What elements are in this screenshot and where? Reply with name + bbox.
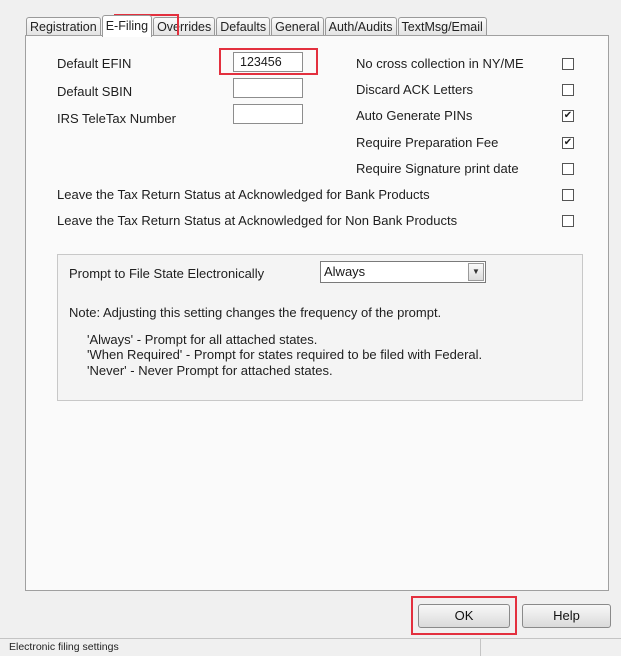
check-mark-icon: ✔ [563,137,573,148]
help-button[interactable]: Help [522,604,611,628]
option-label: Require Preparation Fee [356,135,499,150]
tab-defaults[interactable]: Defaults [216,17,271,36]
bank-products-checkbox[interactable] [562,189,574,201]
prompt-label: Prompt to File State Electronically [69,266,265,281]
default-sbin-label: Default SBIN [57,84,133,99]
option-label: No cross collection in NY/ME [356,56,524,71]
auto-generate-pins-checkbox[interactable]: ✔ [562,110,574,122]
chevron-down-icon[interactable]: ▼ [468,263,484,281]
discard-ack-letters-checkbox[interactable] [562,84,574,96]
option-label: Auto Generate PINs [356,108,473,123]
require-signature-print-date-checkbox[interactable] [562,163,574,175]
no-cross-collection-checkbox[interactable] [562,58,574,70]
prompt-line-when-required: 'When Required' - Prompt for states requ… [87,347,483,362]
option-label: Require Signature print date [356,161,519,176]
tab-strip: Registration E-Filing Overrides Defaults… [26,14,488,37]
irs-teletax-label: IRS TeleTax Number [57,111,176,126]
wide-option-label: Leave the Tax Return Status at Acknowled… [57,213,458,228]
prompt-note: Note: Adjusting this setting changes the… [69,305,442,320]
ok-button-highlight [411,596,517,635]
status-text: Electronic filing settings [9,641,119,653]
irs-teletax-input[interactable] [233,104,303,124]
tab-e-filing[interactable]: E-Filing [101,15,153,37]
status-bar: Electronic filing settings [0,638,621,656]
check-mark-icon: ✔ [563,110,573,121]
tab-auth-audits[interactable]: Auth/Audits [324,17,397,36]
efin-highlight [219,48,318,75]
require-preparation-fee-checkbox[interactable]: ✔ [562,137,574,149]
prompt-frequency-value: Always [324,264,366,279]
prompt-frequency-select[interactable]: Always ▼ [320,261,486,283]
prompt-line-always: 'Always' - Prompt for all attached state… [87,332,318,347]
tab-general[interactable]: General [271,17,324,36]
default-sbin-input[interactable] [233,78,303,98]
prompt-line-never: 'Never' - Never Prompt for attached stat… [87,363,333,378]
tab-textmsg-email[interactable]: TextMsg/Email [397,17,487,36]
non-bank-products-checkbox[interactable] [562,215,574,227]
default-efin-label: Default EFIN [57,56,132,71]
tab-registration[interactable]: Registration [26,17,101,36]
status-divider [480,639,481,656]
wide-option-label: Leave the Tax Return Status at Acknowled… [57,187,430,202]
option-label: Discard ACK Letters [356,82,474,97]
